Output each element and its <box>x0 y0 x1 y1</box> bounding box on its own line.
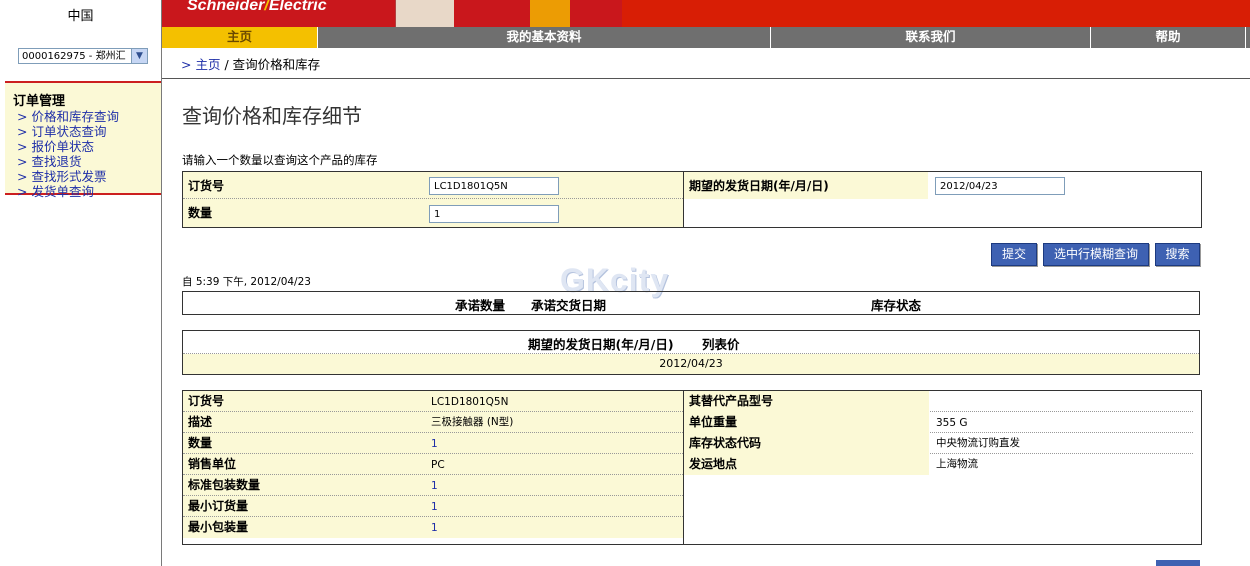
as-of-timestamp: 自 5:39 下午, 2012/04/23 <box>182 276 311 288</box>
col-list-price: 列表价 <box>702 337 740 352</box>
banner-product-image <box>395 0 454 27</box>
qty-row: 数量 1 <box>183 199 683 227</box>
detail-row-min-pack: 最小包装量 1 <box>183 517 683 538</box>
ship-date-label: 期望的发货日期(年/月/日) <box>689 179 829 193</box>
detail-row-stock-code: 库存状态代码 中央物流订购直发 <box>684 433 1193 454</box>
breadcrumb-home[interactable]: 主页 <box>195 57 220 72</box>
detail-row-description: 描述 三极接触器 (N型) <box>183 412 683 433</box>
sidebar-item-delivery-query[interactable]: > 发货单查询 <box>17 181 94 200</box>
breadcrumb: > 主页 / 查询价格和库存 <box>181 57 321 72</box>
order-no-label: 订货号 <box>188 179 225 193</box>
detail-row-qty: 数量 1 <box>183 433 683 454</box>
detail-row-std-pack: 标准包装数量 1 <box>183 475 683 496</box>
details-right: 其替代产品型号 单位重量 355 G 库存状态代码 中央物流订购直发 发运地点 … <box>684 391 1193 475</box>
date-label-cell: 期望的发货日期(年/月/日) <box>684 172 928 199</box>
col-promised-qty: 承诺数量 <box>455 298 506 313</box>
tab-help[interactable]: 帮助 <box>1091 27 1246 48</box>
col-promised-date: 承诺交货日期 <box>531 298 607 313</box>
qty-input[interactable]: 1 <box>429 205 559 223</box>
instruction-text: 请输入一个数量以查询这个产品的库存 <box>182 153 378 167</box>
qty-label: 数量 <box>188 206 213 220</box>
price-row-date: 2012/04/23 <box>659 357 723 370</box>
chevron-down-icon[interactable]: ▼ <box>131 49 147 63</box>
order-no-row: 订货号 LC1D1801Q5N <box>183 172 683 199</box>
bottom-button[interactable] <box>1156 560 1200 566</box>
order-management-menu: 订单管理 > 价格和库存查询 > 订单状态查询 > 报价单状态 > 查找退货 >… <box>5 81 161 199</box>
availability-table: 承诺数量 承诺交货日期 库存状态 <box>182 291 1200 315</box>
col-ship-date: 期望的发货日期(年/月/日) <box>528 337 674 352</box>
divider <box>162 78 1250 79</box>
banner-graphic <box>530 0 570 27</box>
submit-button[interactable]: 提交 <box>991 243 1037 266</box>
detail-row-substitute: 其替代产品型号 <box>684 391 1193 412</box>
search-button[interactable]: 搜索 <box>1155 243 1200 266</box>
top-nav: 主页 我的基本资料 联系我们 帮助 <box>162 27 1250 48</box>
detail-row-order-no: 订货号 LC1D1801Q5N <box>183 391 683 412</box>
country-label: 中国 <box>67 9 94 24</box>
price-table-header: 期望的发货日期(年/月/日) 列表价 <box>183 331 1199 354</box>
tab-my-profile[interactable]: 我的基本资料 <box>318 27 771 48</box>
detail-row-sales-unit: 销售单位 PC <box>183 454 683 475</box>
page-title: 查询价格和库存细节 <box>182 104 362 128</box>
account-select-value: 0000162975 - 郑州汇 <box>22 51 126 62</box>
breadcrumb-current: 查询价格和库存 <box>232 57 321 72</box>
price-table: 期望的发货日期(年/月/日) 列表价 2012/04/23 <box>182 330 1200 375</box>
query-form: 订货号 LC1D1801Q5N 数量 1 期望的发货日期(年/月/日) 2012… <box>182 171 1202 228</box>
order-no-input[interactable]: LC1D1801Q5N <box>429 177 559 195</box>
tab-home[interactable]: 主页 <box>162 27 318 48</box>
col-stock-status: 库存状态 <box>871 298 922 313</box>
fuzzy-query-button[interactable]: 选中行模糊查询 <box>1043 243 1149 266</box>
details-left: 订货号 LC1D1801Q5N 描述 三极接触器 (N型) 数量 1 销售单位 … <box>183 391 683 538</box>
ship-date-input[interactable]: 2012/04/23 <box>935 177 1065 195</box>
product-details: 订货号 LC1D1801Q5N 描述 三极接触器 (N型) 数量 1 销售单位 … <box>182 390 1202 545</box>
price-row: 2012/04/23 <box>183 354 1199 374</box>
detail-row-unit-weight: 单位重量 355 G <box>684 412 1193 433</box>
tab-contact-us[interactable]: 联系我们 <box>771 27 1091 48</box>
schneider-logo[interactable]: Schneider/Electric <box>187 0 327 15</box>
account-select[interactable]: 0000162975 - 郑州汇 ▼ <box>18 48 148 64</box>
detail-row-ship-location: 发运地点 上海物流 <box>684 454 1193 475</box>
detail-row-min-order: 最小订货量 1 <box>183 496 683 517</box>
